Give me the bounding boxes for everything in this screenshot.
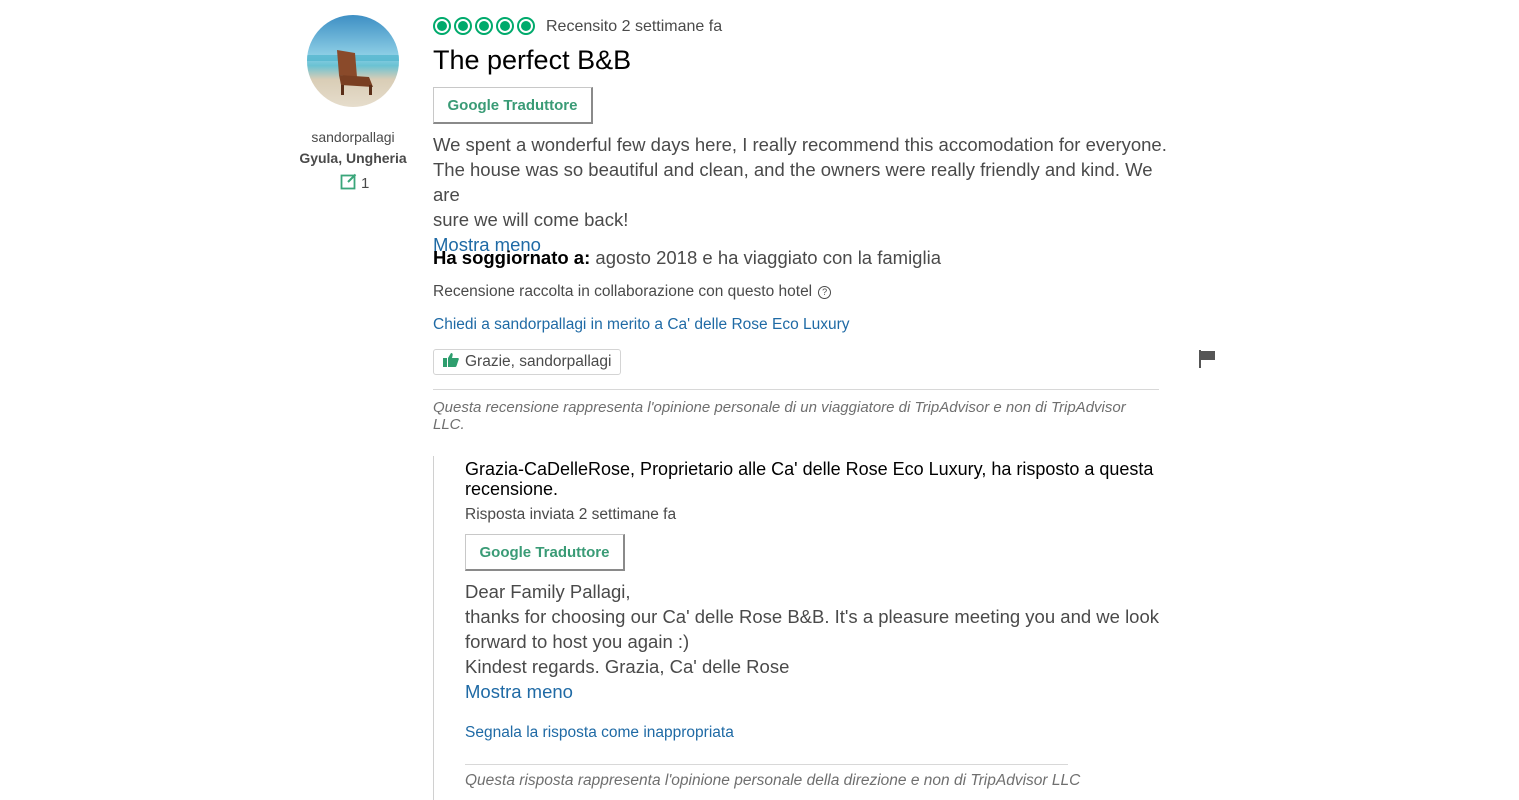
member-contributions: 1: [340, 173, 369, 193]
member-username[interactable]: sandorpallagi: [280, 129, 426, 145]
collected-note: Recensione raccolta in collaborazione co…: [433, 283, 832, 301]
response-text-line: Dear Family Pallagi,: [465, 581, 631, 602]
stay-label: Ha soggiornato a:: [433, 247, 591, 268]
review-text-line: The house was so beautiful and clean, an…: [433, 159, 1153, 205]
thumbs-up-icon: [443, 352, 459, 372]
rating-bubble: [433, 17, 451, 35]
thanks-button-label: Grazie, sandorpallagi: [465, 353, 612, 370]
response-text-line: Kindest regards. Grazia, Ca' delle Rose: [465, 656, 790, 677]
avatar-image: [307, 15, 399, 107]
rating-bubble: [475, 17, 493, 35]
member-avatar[interactable]: [307, 15, 399, 107]
rating-bubble: [496, 17, 514, 35]
response-show-less-link[interactable]: Mostra meno: [465, 679, 1165, 704]
response-border: [433, 456, 434, 800]
response-disclaimer: Questa risposta rappresenta l'opinione p…: [465, 772, 1081, 789]
review-text-line: We spent a wonderful few days here, I re…: [433, 134, 1167, 155]
review-disclaimer: Questa recensione rappresenta l'opinione…: [433, 399, 1126, 433]
response-date: Risposta inviata 2 settimane fa: [465, 506, 677, 523]
rating-bubbles: [433, 17, 535, 35]
review-date: Recensito 2 settimane fa: [546, 18, 723, 35]
rating-bubble: [454, 17, 472, 35]
review-body: We spent a wonderful few days here, I re…: [433, 132, 1173, 257]
flag-icon[interactable]: [1199, 350, 1216, 373]
stay-value: agosto 2018 e ha viaggiato con la famigl…: [595, 247, 941, 268]
response-google-translate-button[interactable]: Google Traduttore: [465, 534, 625, 571]
rating-bubble: [517, 17, 535, 35]
contribution-count: 1: [361, 174, 370, 192]
response-body: Dear Family Pallagi, thanks for choosing…: [465, 579, 1165, 704]
help-circle-icon[interactable]: ?: [818, 285, 832, 299]
collected-note-text: Recensione raccolta in collaborazione co…: [433, 283, 813, 300]
thanks-button[interactable]: Grazie, sandorpallagi: [433, 349, 622, 375]
edit-contribution-icon: [340, 172, 358, 194]
ask-reviewer-link[interactable]: Chiedi a sandorpallagi in merito a Ca' d…: [433, 316, 850, 334]
stay-info: Ha soggiornato a: agosto 2018 e ha viagg…: [433, 247, 941, 269]
google-translate-button[interactable]: Google Traduttore: [433, 87, 593, 124]
response-text-line: thanks for choosing our Ca' delle Rose B…: [465, 606, 1160, 627]
review-text-line: sure we will come back!: [433, 209, 629, 230]
review-title[interactable]: The perfect B&B: [433, 45, 631, 76]
response-header: Grazia-CaDelleRose, Proprietario alle Ca…: [465, 459, 1154, 499]
report-response-link[interactable]: Segnala la risposta come inappropriata: [465, 724, 734, 742]
review-divider: [433, 389, 1159, 390]
response-divider: [465, 764, 1068, 765]
member-location: Gyula, Ungheria: [299, 150, 407, 166]
response-text-line: forward to host you again :): [465, 631, 690, 652]
